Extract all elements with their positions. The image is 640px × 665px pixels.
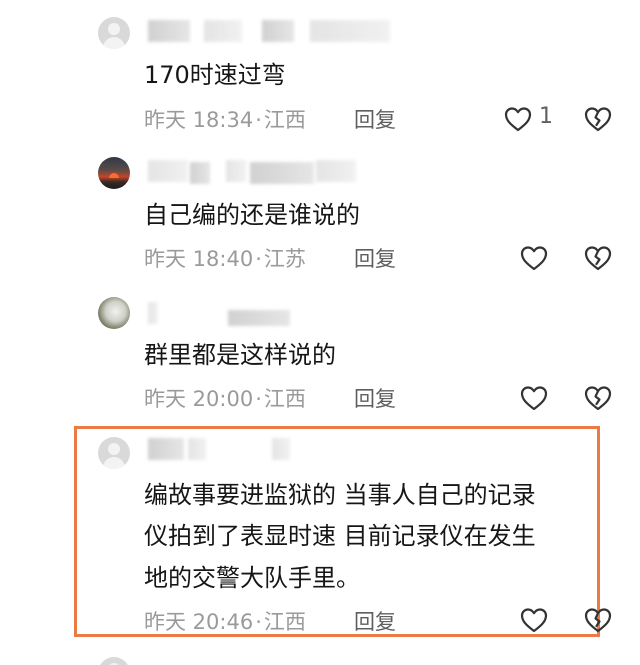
comment-text-line: 地的交警大队手里。 — [144, 564, 360, 592]
like-count: 1 — [539, 104, 553, 129]
like-icon[interactable] — [503, 105, 533, 133]
username-redacted — [310, 20, 390, 42]
username-redacted — [204, 20, 242, 42]
dislike-icon[interactable] — [583, 384, 613, 412]
comment-meta: 昨天 20:00·江西 — [144, 387, 306, 411]
reply-button[interactable]: 回复 — [354, 606, 396, 636]
username-redacted — [250, 162, 314, 184]
dislike-icon[interactable] — [583, 105, 613, 133]
username-redacted — [190, 162, 210, 184]
comment-time: 昨天 18:34 — [144, 108, 254, 132]
username-redacted[interactable] — [148, 302, 158, 324]
dislike-icon[interactable] — [583, 606, 613, 634]
comment-time: 昨天 20:46 — [144, 610, 254, 634]
username-redacted[interactable] — [148, 438, 184, 460]
avatar[interactable] — [98, 297, 130, 329]
avatar[interactable] — [98, 437, 130, 469]
comment-text-line: 编故事要进监狱的 当事人自己的记录 — [144, 481, 536, 509]
avatar[interactable] — [98, 17, 130, 49]
like-icon[interactable] — [519, 244, 549, 272]
like-icon[interactable] — [519, 384, 549, 412]
avatar[interactable] — [98, 157, 130, 189]
username-redacted — [272, 438, 290, 460]
reply-button[interactable]: 回复 — [354, 383, 396, 413]
username-redacted — [316, 160, 356, 182]
username-redacted[interactable] — [148, 160, 188, 182]
dislike-icon[interactable] — [583, 244, 613, 272]
reply-button[interactable]: 回复 — [354, 104, 396, 134]
username-redacted[interactable] — [148, 20, 190, 42]
comment-meta: 昨天 18:34·江西 — [144, 108, 306, 132]
comment-text: 170时速过弯 — [144, 61, 286, 89]
comment-meta: 昨天 18:40·江苏 — [144, 247, 306, 271]
comment-text: 群里都是这样说的 — [144, 341, 336, 369]
username-redacted — [262, 20, 294, 42]
username-redacted — [228, 310, 290, 326]
comment-text-line: 仪拍到了表显时速 目前记录仪在发生 — [144, 522, 536, 550]
comment-time: 昨天 20:00 — [144, 387, 254, 411]
username-redacted — [226, 160, 246, 182]
comment-text: 自己编的还是谁说的 — [144, 201, 360, 229]
comment-location: 江西 — [263, 610, 306, 634]
comment-meta: 昨天 20:46·江西 — [144, 610, 306, 634]
comment-time: 昨天 18:40 — [144, 247, 254, 271]
reply-button[interactable]: 回复 — [354, 243, 396, 273]
comment-location: 江西 — [263, 108, 306, 132]
like-icon[interactable] — [519, 606, 549, 634]
username-redacted — [188, 438, 206, 460]
comment-location: 江西 — [263, 387, 306, 411]
avatar[interactable] — [98, 657, 130, 665]
comment-location: 江苏 — [263, 247, 306, 271]
